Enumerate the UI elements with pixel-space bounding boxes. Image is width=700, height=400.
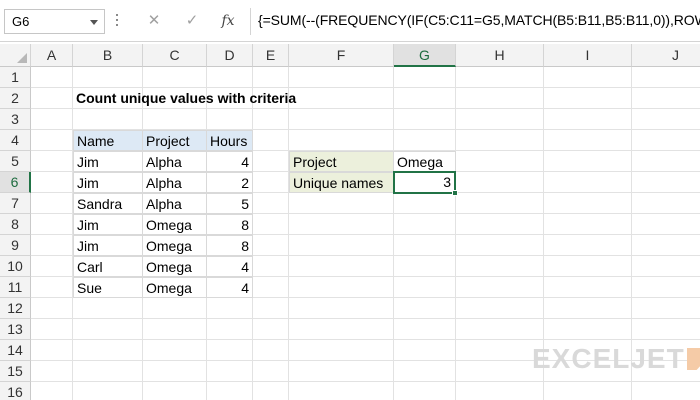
row-header-15[interactable]: 15	[0, 361, 31, 382]
exceljet-logo: EXCELJET	[532, 343, 700, 374]
cell-hours[interactable]: 4	[206, 256, 253, 277]
row-header-4[interactable]: 4	[0, 130, 31, 151]
formula-input[interactable]: {=SUM(--(FREQUENCY(IF(C5:C11=G5,MATCH(B5…	[258, 12, 700, 28]
cell-hours[interactable]: 2	[206, 172, 253, 193]
cancel-icon[interactable]: ✕	[142, 10, 166, 32]
cell-name[interactable]: Jim	[73, 151, 143, 172]
table-header-hours[interactable]: Hours	[206, 130, 253, 151]
row-header-3[interactable]: 3	[0, 109, 31, 130]
select-all-triangle-icon	[17, 53, 27, 63]
name-box[interactable]: G6	[4, 9, 105, 34]
formula-separator	[250, 8, 251, 35]
cell-hours[interactable]: 8	[206, 214, 253, 235]
fill-handle[interactable]	[452, 190, 458, 196]
column-header-h[interactable]: H	[456, 44, 544, 67]
active-cell-unique-count[interactable]: 3	[393, 171, 456, 194]
sheet-title[interactable]: Count unique values with criteria	[73, 88, 353, 109]
column-header-j[interactable]: J	[632, 44, 700, 67]
cell-project[interactable]: Omega	[142, 277, 207, 298]
column-header-a[interactable]: A	[31, 44, 73, 67]
cell-project[interactable]: Alpha	[142, 193, 207, 214]
table-header-name[interactable]: Name	[73, 130, 143, 151]
row-header-7[interactable]: 7	[0, 193, 31, 214]
criteria-project-input[interactable]: Omega	[393, 151, 456, 172]
cell-name[interactable]: Carl	[73, 256, 143, 277]
cell-project[interactable]: Omega	[142, 235, 207, 256]
cell-project[interactable]: Omega	[142, 256, 207, 277]
row-header-5[interactable]: 5	[0, 151, 31, 172]
row-header-16[interactable]: 16	[0, 382, 31, 400]
row-header-9[interactable]: 9	[0, 235, 31, 256]
chevron-down-icon[interactable]	[90, 20, 98, 25]
enter-icon[interactable]: ✓	[180, 10, 204, 32]
select-all-button[interactable]	[0, 44, 31, 67]
cell-project[interactable]: Omega	[142, 214, 207, 235]
row-header-13[interactable]: 13	[0, 319, 31, 340]
criteria-unique-label[interactable]: Unique names	[289, 172, 394, 193]
drag-handle-icon[interactable]	[114, 12, 120, 30]
cell-hours[interactable]: 4	[206, 277, 253, 298]
formula-bar: G6 ✕ ✓ fx {=SUM(--(FREQUENCY(IF(C5:C11=G…	[0, 0, 700, 42]
criteria-project-label[interactable]: Project	[289, 151, 394, 172]
row-header-8[interactable]: 8	[0, 214, 31, 235]
column-header-c[interactable]: C	[143, 44, 207, 67]
row-header-10[interactable]: 10	[0, 256, 31, 277]
row-header-2[interactable]: 2	[0, 88, 31, 109]
cell-name[interactable]: Jim	[73, 235, 143, 256]
name-box-value: G6	[12, 14, 30, 29]
cell-hours[interactable]: 8	[206, 235, 253, 256]
logo-text: EXCELJET	[532, 343, 685, 374]
column-header-e[interactable]: E	[253, 44, 289, 67]
cell-name[interactable]: Jim	[73, 172, 143, 193]
column-header-f[interactable]: F	[289, 44, 394, 67]
column-header-i[interactable]: I	[544, 44, 632, 67]
cell-name[interactable]: Sue	[73, 277, 143, 298]
cell-hours[interactable]: 4	[206, 151, 253, 172]
row-header-12[interactable]: 12	[0, 298, 31, 319]
logo-mark-icon	[686, 348, 700, 370]
insert-function-button[interactable]: fx	[216, 10, 240, 32]
cell-hours[interactable]: 5	[206, 193, 253, 214]
cell-name[interactable]: Jim	[73, 214, 143, 235]
row-header-1[interactable]: 1	[0, 67, 31, 88]
table-header-project[interactable]: Project	[142, 130, 207, 151]
column-header-b[interactable]: B	[73, 44, 143, 67]
cell-project[interactable]: Alpha	[142, 172, 207, 193]
row-header-6[interactable]: 6	[0, 172, 31, 193]
column-header-d[interactable]: D	[207, 44, 253, 67]
cell-project[interactable]: Alpha	[142, 151, 207, 172]
cell-name[interactable]: Sandra	[73, 193, 143, 214]
row-header-14[interactable]: 14	[0, 340, 31, 361]
row-header-11[interactable]: 11	[0, 277, 31, 298]
column-header-g[interactable]: G	[394, 44, 456, 67]
